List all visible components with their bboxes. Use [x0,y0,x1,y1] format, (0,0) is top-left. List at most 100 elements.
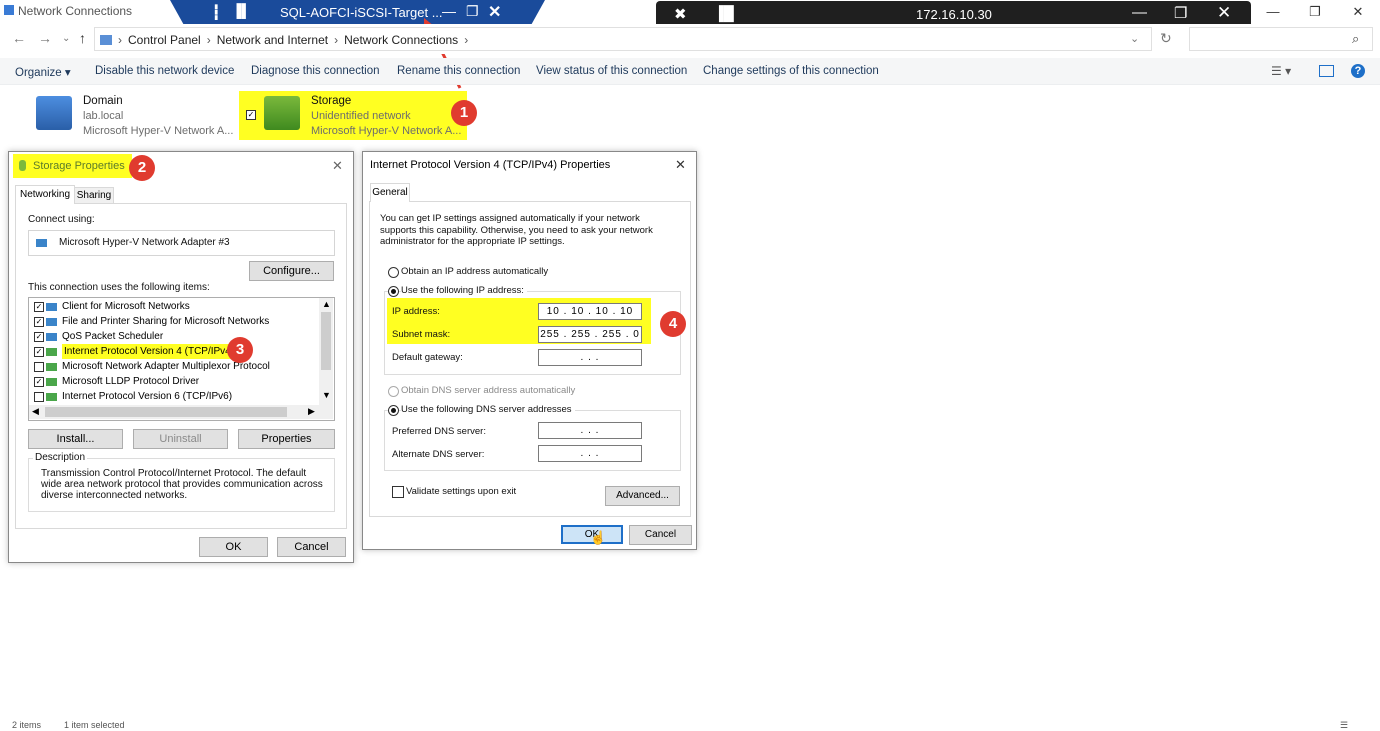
list-horizontal-scrollbar[interactable]: ◀ ▶ [29,405,333,419]
validate-checkbox[interactable] [392,486,404,498]
items-label: This connection uses the following items… [28,282,210,293]
forward-icon[interactable]: → [38,30,52,46]
scroll-left-icon[interactable]: ◀ [32,406,39,417]
dialog-close-button[interactable]: ✕ [332,158,343,174]
cancel-button[interactable]: Cancel [629,525,692,545]
ok-button[interactable]: OK [199,537,268,557]
obtain-ip-radio[interactable] [388,267,399,278]
connection-domain[interactable]: Domain lab.local Microsoft Hyper-V Netwo… [34,92,239,138]
intro-text: You can get IP settings assigned automat… [380,213,653,247]
cancel-button[interactable]: Cancel [277,537,346,557]
rdp-title: SQL-AOFCI-iSCSI-Target ... [280,5,443,20]
install-button[interactable]: Install... [28,429,123,449]
change-settings-button[interactable]: Change settings of this connection [703,65,879,77]
maximize-icon[interactable]: ❐ [1300,2,1330,22]
address-dropdown-icon[interactable]: ⌄ [1130,32,1139,45]
item-label: Internet Protocol Version 6 (TCP/IPv6) [62,391,233,402]
dialog-close-button[interactable]: ✕ [675,157,686,173]
gateway-input[interactable]: . . . [538,349,642,366]
obtain-dns-label: Obtain DNS server address automatically [401,385,576,396]
breadcrumb-network-internet[interactable]: Network and Internet [217,33,328,47]
list-item[interactable]: ✓ Client for Microsoft Networks [29,299,317,314]
tab-sharing[interactable]: Sharing [74,187,114,204]
connection-name: Domain [83,95,123,107]
breadcrumb-control-panel[interactable]: Control Panel [128,33,201,47]
list-item[interactable]: Microsoft Network Adapter Multiplexor Pr… [29,359,317,374]
subnet-mask-input[interactable]: 255 . 255 . 255 . 0 [538,326,642,343]
item-label: File and Printer Sharing for Microsoft N… [62,316,270,327]
scroll-up-icon[interactable]: ▲ [322,299,331,309]
scrollbar-thumb[interactable] [321,312,331,370]
connection-storage[interactable]: ✓ Storage Unidentified network Microsoft… [239,91,467,140]
remote-restore-button[interactable]: ❐ [1174,4,1187,22]
component-icon [46,393,57,401]
unpin-icon[interactable]: ✖ [674,5,687,23]
disable-device-button[interactable]: Disable this network device [95,65,234,77]
ip-address-input[interactable]: 10 . 10 . 10 . 10 [538,303,642,320]
status-bar: 2 items 1 item selected ☰ [0,720,1380,731]
component-icon [46,348,57,356]
list-item[interactable]: ✓ Microsoft LLDP Protocol Driver [29,374,317,389]
item-checkbox[interactable]: ✓ [34,377,44,387]
component-icon [46,378,57,386]
item-checkbox[interactable]: ✓ [34,317,44,327]
item-checkbox[interactable] [34,392,44,402]
obtain-ip-label: Obtain an IP address automatically [401,266,549,277]
scroll-down-icon[interactable]: ▼ [322,390,331,400]
view-options-icon[interactable]: ☰ ▾ [1271,64,1291,78]
list-item[interactable]: ✓ File and Printer Sharing for Microsoft … [29,314,317,329]
list-item[interactable]: ✓ Internet Protocol Version 4 (TCP/IPv4) [29,344,317,359]
preview-pane-icon[interactable] [1319,65,1334,77]
organize-button[interactable]: Organize ▾ [15,65,71,79]
remote-close-button[interactable]: ✕ [1217,3,1231,23]
item-checkbox[interactable]: ✓ [34,347,44,357]
tab-general[interactable]: General [370,183,410,202]
list-vertical-scrollbar[interactable]: ▲ ▼ [319,298,333,405]
component-icon [46,363,57,371]
item-checkbox[interactable]: ✓ [34,302,44,312]
ip-address-label: IP address: [392,306,440,317]
help-icon[interactable]: ? [1351,64,1365,78]
minimize-button[interactable]: — [1258,2,1288,22]
window-title: Network Connections [18,4,133,18]
use-dns-radio[interactable] [388,405,399,416]
view-status-button[interactable]: View status of this connection [536,65,687,77]
configure-button[interactable]: Configure... [249,261,334,281]
recent-chevron-icon[interactable]: ⌄ [62,33,70,44]
annotation-badge-4: 4 [660,311,686,337]
item-label: Client for Microsoft Networks [62,301,190,312]
h-scrollbar-thumb[interactable] [45,407,287,417]
properties-button[interactable]: Properties [238,429,335,449]
back-icon[interactable]: ← [12,30,26,46]
diagnose-button[interactable]: Diagnose this connection [251,65,380,77]
list-item[interactable]: Internet Protocol Version 6 (TCP/IPv6) [29,389,317,404]
selection-checkbox[interactable]: ✓ [246,110,256,120]
breadcrumb-network-connections[interactable]: Network Connections [344,33,458,47]
search-input[interactable] [1189,27,1373,51]
pin-icon[interactable]: ┇ [212,4,220,21]
tab-networking[interactable]: Networking [15,185,75,204]
scroll-right-icon[interactable]: ▶ [308,406,315,417]
details-view-icon[interactable]: ☰ [1340,720,1348,731]
advanced-button[interactable]: Advanced... [605,486,680,506]
item-checkbox[interactable] [34,362,44,372]
remote-minimize-button[interactable]: — [1132,4,1147,21]
rename-button[interactable]: Rename this connection [397,65,520,77]
network-adapter-icon [264,96,300,130]
alternate-dns-input[interactable]: . . . [538,445,642,462]
refresh-icon[interactable]: ↻ [1160,30,1172,47]
component-icon [46,303,57,311]
components-list[interactable]: ✓ Client for Microsoft Networks ✓ File and … [28,297,335,421]
item-checkbox[interactable]: ✓ [34,332,44,342]
ipv4-properties-dialog: Internet Protocol Version 4 (TCP/IPv4) P… [362,151,697,550]
storage-properties-dialog: Storage Properties ✕ Networking Sharing … [8,151,354,563]
close-button[interactable]: ✕ [1343,2,1373,22]
rdp-close-button[interactable]: ✕ [488,2,501,22]
list-item[interactable]: ✓ QoS Packet Scheduler [29,329,317,344]
breadcrumb: › Control Panel › Network and Internet ›… [100,30,468,50]
up-icon[interactable]: ↑ [79,30,86,46]
preferred-dns-input[interactable]: . . . [538,422,642,439]
use-ip-radio[interactable] [388,286,399,297]
breadcrumb-separator-icon: › [206,33,211,47]
rdp-minimize-button[interactable]: — [442,3,456,19]
